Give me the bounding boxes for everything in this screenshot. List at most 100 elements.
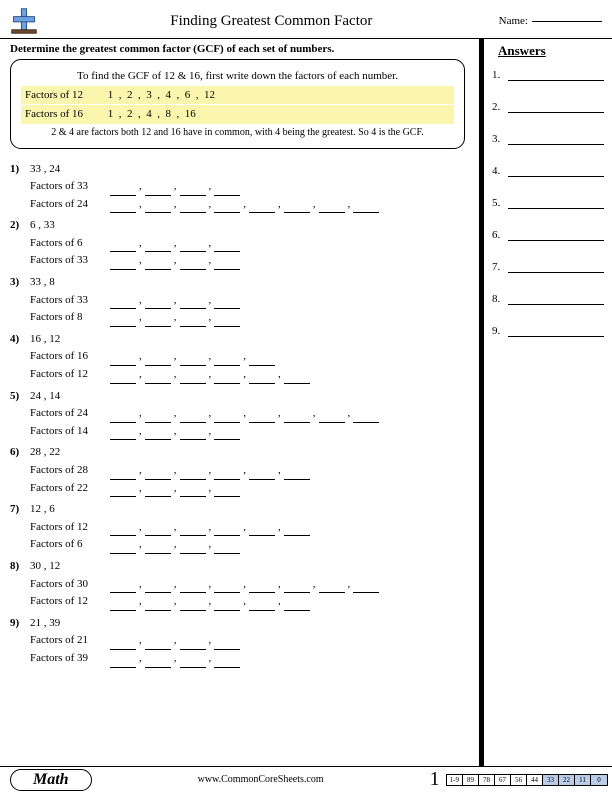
answer-blank[interactable] — [249, 583, 275, 593]
answer-blank[interactable] — [180, 658, 206, 668]
answer-blank[interactable] — [249, 374, 275, 384]
answer-blank[interactable] — [145, 317, 171, 327]
answer-blank[interactable] — [214, 544, 240, 554]
answer-line[interactable] — [508, 71, 604, 81]
answer-blank[interactable] — [214, 470, 240, 480]
answer-blank[interactable] — [214, 413, 240, 423]
answer-blank[interactable] — [110, 374, 136, 384]
answer-blank[interactable] — [180, 242, 206, 252]
answer-blank[interactable] — [214, 658, 240, 668]
answer-line[interactable] — [508, 327, 604, 337]
answer-line[interactable] — [508, 231, 604, 241]
answer-blank[interactable] — [214, 430, 240, 440]
answer-line[interactable] — [508, 103, 604, 113]
answer-blank[interactable] — [249, 526, 275, 536]
answer-blank[interactable] — [180, 430, 206, 440]
answer-blank[interactable] — [145, 299, 171, 309]
answer-blank[interactable] — [214, 601, 240, 611]
answer-blank[interactable] — [214, 356, 240, 366]
answer-blank[interactable] — [249, 203, 275, 213]
answer-blank[interactable] — [319, 203, 345, 213]
answer-blank[interactable] — [214, 186, 240, 196]
answer-blank[interactable] — [180, 374, 206, 384]
answer-blank[interactable] — [145, 526, 171, 536]
answer-blank[interactable] — [110, 242, 136, 252]
answer-blank[interactable] — [353, 583, 379, 593]
answer-blank[interactable] — [110, 430, 136, 440]
answer-blank[interactable] — [110, 487, 136, 497]
answer-blank[interactable] — [145, 260, 171, 270]
answer-blank[interactable] — [284, 470, 310, 480]
answer-blank[interactable] — [110, 658, 136, 668]
answer-line[interactable] — [508, 263, 604, 273]
answer-blank[interactable] — [180, 203, 206, 213]
answer-blank[interactable] — [249, 413, 275, 423]
answer-blank[interactable] — [110, 299, 136, 309]
answer-line[interactable] — [508, 199, 604, 209]
answer-line[interactable] — [508, 295, 604, 305]
answer-blank[interactable] — [145, 658, 171, 668]
answer-blank[interactable] — [284, 526, 310, 536]
answer-blank[interactable] — [180, 317, 206, 327]
answer-blank[interactable] — [110, 260, 136, 270]
answer-blank[interactable] — [180, 260, 206, 270]
answer-blank[interactable] — [145, 430, 171, 440]
answer-blank[interactable] — [145, 640, 171, 650]
answer-blank[interactable] — [249, 470, 275, 480]
answer-blank[interactable] — [214, 242, 240, 252]
answer-blank[interactable] — [214, 487, 240, 497]
answer-blank[interactable] — [110, 186, 136, 196]
answer-blank[interactable] — [284, 601, 310, 611]
answer-blank[interactable] — [110, 470, 136, 480]
answer-blank[interactable] — [214, 583, 240, 593]
answer-blank[interactable] — [353, 413, 379, 423]
answer-blank[interactable] — [145, 242, 171, 252]
answer-blank[interactable] — [180, 186, 206, 196]
answer-blank[interactable] — [110, 526, 136, 536]
answer-blank[interactable] — [249, 601, 275, 611]
answer-blank[interactable] — [110, 317, 136, 327]
answer-blank[interactable] — [180, 299, 206, 309]
answer-blank[interactable] — [145, 374, 171, 384]
answer-blank[interactable] — [180, 544, 206, 554]
answer-blank[interactable] — [249, 356, 275, 366]
answer-blank[interactable] — [145, 583, 171, 593]
answer-blank[interactable] — [145, 413, 171, 423]
answer-blank[interactable] — [145, 544, 171, 554]
answer-blank[interactable] — [284, 374, 310, 384]
answer-blank[interactable] — [180, 470, 206, 480]
answer-blank[interactable] — [145, 186, 171, 196]
answer-blank[interactable] — [214, 299, 240, 309]
answer-blank[interactable] — [214, 317, 240, 327]
answer-blank[interactable] — [180, 526, 206, 536]
answer-blank[interactable] — [180, 601, 206, 611]
answer-blank[interactable] — [145, 470, 171, 480]
answer-blank[interactable] — [180, 640, 206, 650]
answer-blank[interactable] — [319, 413, 345, 423]
answer-blank[interactable] — [180, 413, 206, 423]
answer-blank[interactable] — [110, 640, 136, 650]
answer-blank[interactable] — [284, 203, 310, 213]
answer-blank[interactable] — [110, 356, 136, 366]
answer-blank[interactable] — [145, 601, 171, 611]
answer-blank[interactable] — [180, 583, 206, 593]
answer-blank[interactable] — [145, 356, 171, 366]
answer-line[interactable] — [508, 167, 604, 177]
answer-blank[interactable] — [284, 413, 310, 423]
answer-blank[interactable] — [110, 601, 136, 611]
answer-blank[interactable] — [180, 356, 206, 366]
name-input-line[interactable] — [532, 21, 602, 22]
answer-blank[interactable] — [319, 583, 345, 593]
answer-line[interactable] — [508, 135, 604, 145]
answer-blank[interactable] — [145, 487, 171, 497]
answer-blank[interactable] — [110, 544, 136, 554]
answer-blank[interactable] — [284, 583, 310, 593]
answer-blank[interactable] — [353, 203, 379, 213]
answer-blank[interactable] — [214, 526, 240, 536]
answer-blank[interactable] — [214, 374, 240, 384]
answer-blank[interactable] — [110, 203, 136, 213]
answer-blank[interactable] — [110, 413, 136, 423]
answer-blank[interactable] — [145, 203, 171, 213]
answer-blank[interactable] — [110, 583, 136, 593]
answer-blank[interactable] — [180, 487, 206, 497]
